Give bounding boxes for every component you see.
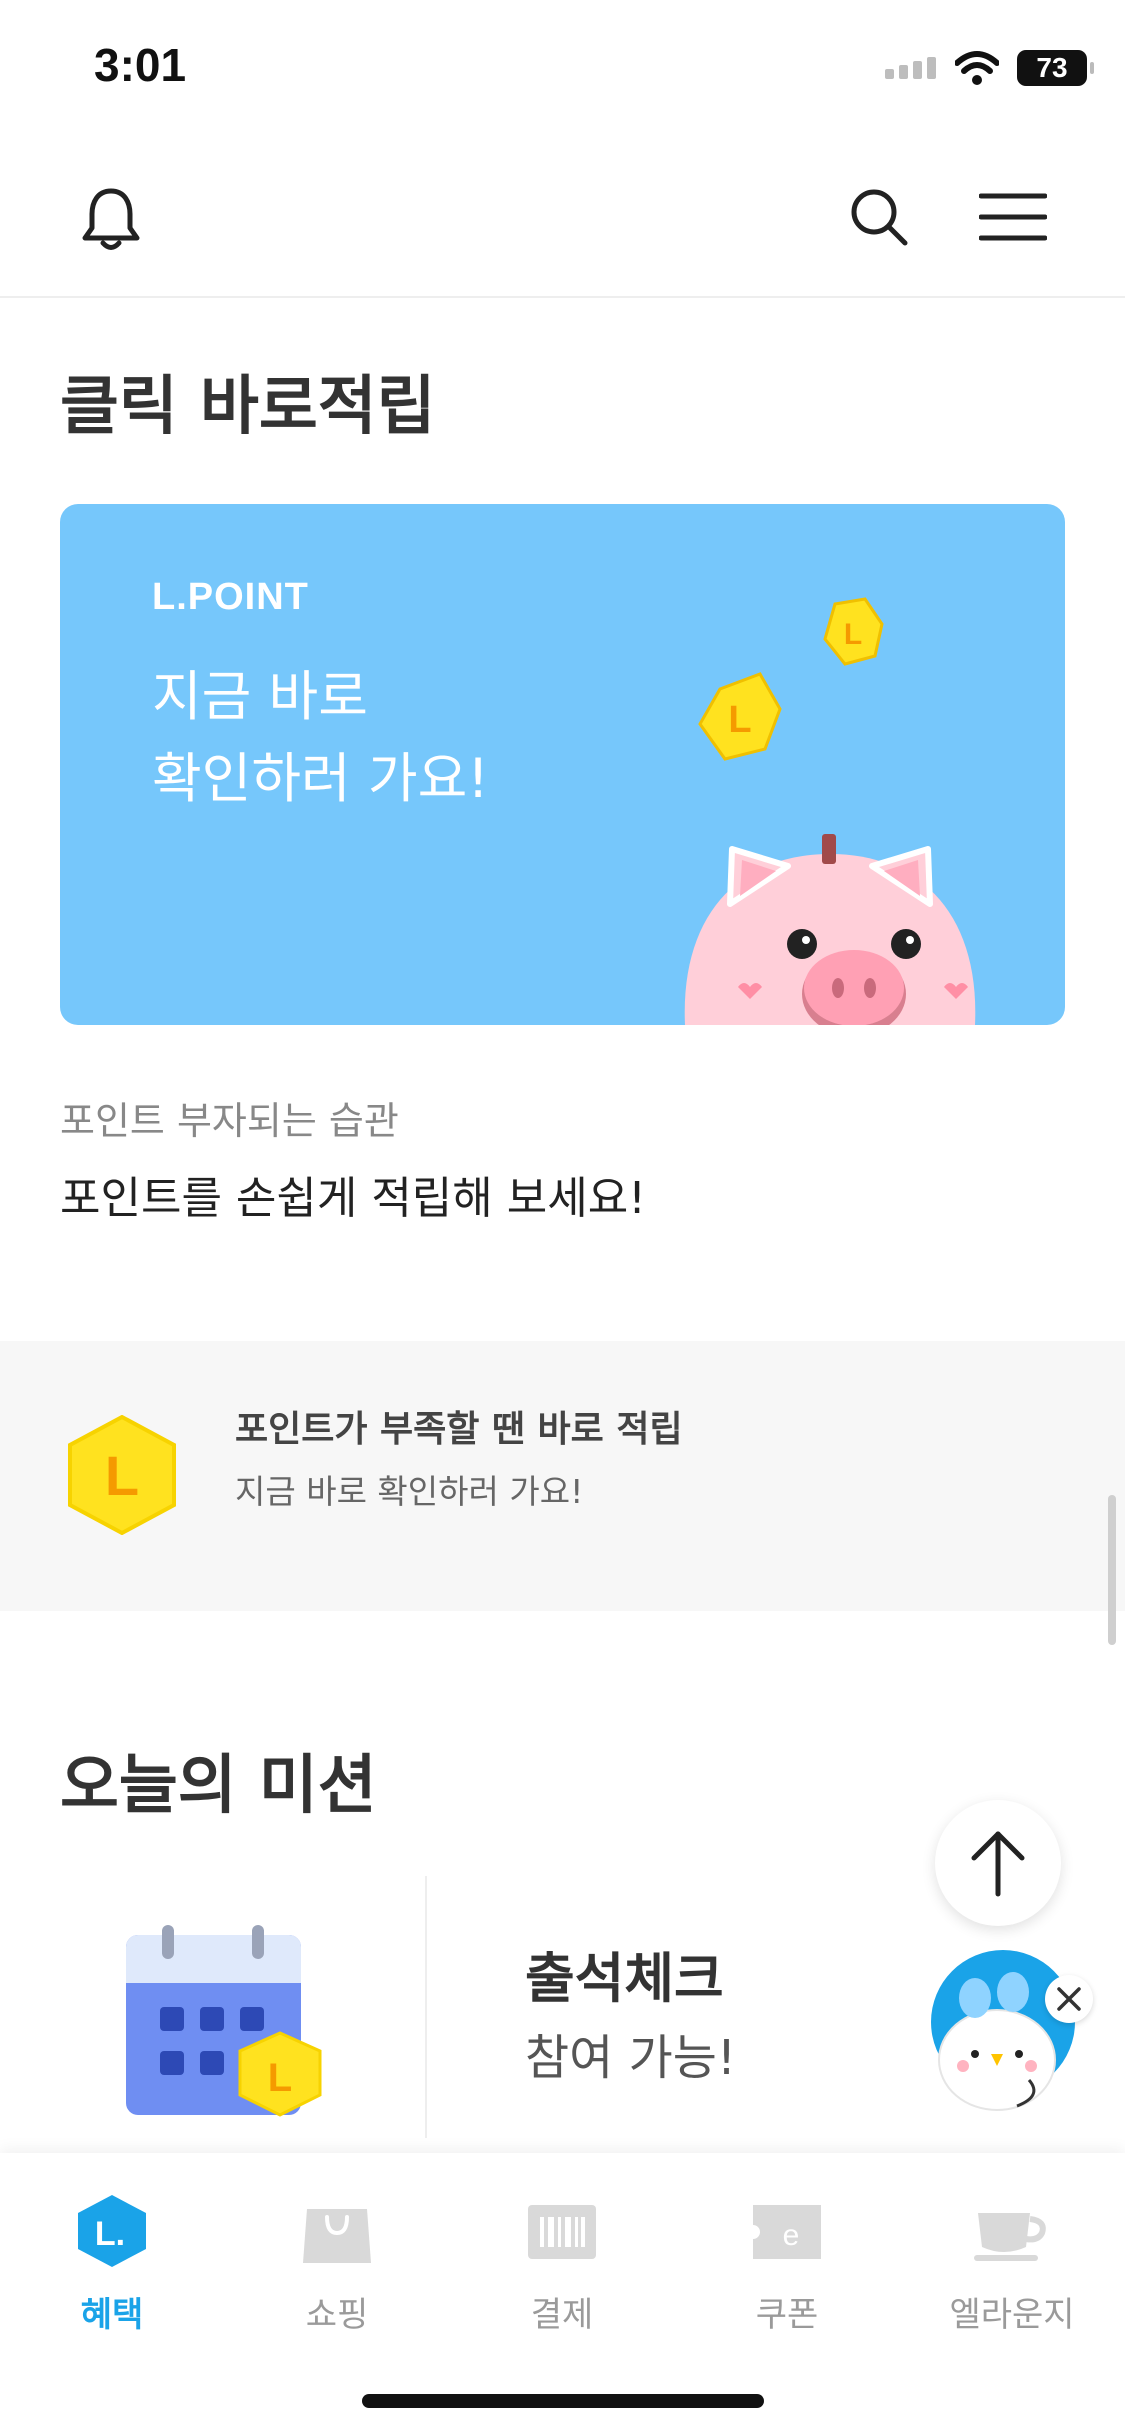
- battery-indicator: 73: [1017, 50, 1094, 86]
- arrow-up-icon: [971, 1831, 1025, 1897]
- section-title-click: 클릭 바로적립: [60, 370, 436, 444]
- banner-line-2: 확인하러 가요!: [152, 747, 489, 810]
- coin-icon: L: [823, 597, 884, 666]
- barcode-icon: [528, 2205, 596, 2259]
- nav-label-lounge: 엘라운지: [949, 2295, 1075, 2335]
- wifi-icon: [955, 51, 999, 85]
- banner-brand: L.POINT: [152, 576, 309, 618]
- scroll-to-top-button[interactable]: [935, 1800, 1061, 1926]
- svg-text:L.: L.: [95, 2215, 125, 2253]
- status-time: 3:01: [94, 39, 187, 91]
- svg-text:e: e: [783, 2219, 800, 2252]
- l-coin-icon: L: [68, 1415, 176, 1535]
- coin-icon: L: [698, 672, 782, 761]
- header-divider: [0, 296, 1125, 298]
- nav-item-coupon[interactable]: e 쿠폰: [687, 2193, 887, 2336]
- nav-label-payment: 결제: [530, 2295, 594, 2335]
- nav-label-shopping: 쇼핑: [305, 2295, 369, 2335]
- banner-line-1: 지금 바로: [152, 665, 368, 728]
- nav-item-shopping[interactable]: 쇼핑: [237, 2193, 437, 2336]
- chatbot-mascot-icon[interactable]: [925, 1940, 1075, 2120]
- coupon-icon: e: [753, 2205, 821, 2259]
- l-point-icon: L.: [78, 2195, 146, 2267]
- nav-item-payment[interactable]: 결제: [462, 2193, 662, 2336]
- svg-text:L: L: [105, 1444, 139, 1507]
- strip-subtitle: 지금 바로 확인하러 가요!: [235, 1472, 584, 1511]
- mission-divider: [425, 1876, 427, 2138]
- search-icon[interactable]: [848, 186, 910, 248]
- scrollbar[interactable]: [1108, 1495, 1116, 1645]
- nav-label-coupon: 쿠폰: [755, 2295, 819, 2335]
- svg-text:L: L: [844, 618, 862, 651]
- signal-icon: [885, 57, 936, 79]
- section-title-mission: 오늘의 미션: [60, 1749, 377, 1823]
- mission-card-title[interactable]: 출석체크: [525, 1934, 724, 2013]
- mission-card-subtitle: 참여 가능!: [525, 2030, 737, 2086]
- nav-label-benefits: 혜택: [80, 2295, 144, 2335]
- close-icon: [1057, 1987, 1081, 2011]
- bell-icon[interactable]: [80, 186, 142, 252]
- home-indicator[interactable]: [362, 2394, 764, 2408]
- svg-text:L: L: [268, 2056, 292, 2100]
- banner-caption-sub: 포인트 부자되는 습관: [60, 1099, 399, 1143]
- promo-banner[interactable]: L.POINT 지금 바로 확인하러 가요! L L: [60, 504, 1065, 1025]
- menu-icon[interactable]: [978, 192, 1048, 242]
- shopping-bag-icon: [303, 2209, 371, 2263]
- banner-caption-main: 포인트를 손쉽게 적립해 보세요!: [60, 1173, 646, 1224]
- calendar-icon[interactable]: L: [122, 1925, 327, 2125]
- nav-item-lounge[interactable]: 엘라운지: [912, 2193, 1112, 2336]
- svg-text:L: L: [728, 699, 751, 741]
- piggy-bank-illustration: L L: [684, 597, 976, 1025]
- strip-title: 포인트가 부족할 땐 바로 적립: [235, 1409, 683, 1450]
- nav-item-benefits[interactable]: L. 혜택: [12, 2193, 212, 2336]
- coffee-cup-icon: [974, 2213, 1046, 2261]
- chatbot-close-button[interactable]: [1045, 1975, 1093, 2023]
- status-icons: 73: [885, 46, 1094, 90]
